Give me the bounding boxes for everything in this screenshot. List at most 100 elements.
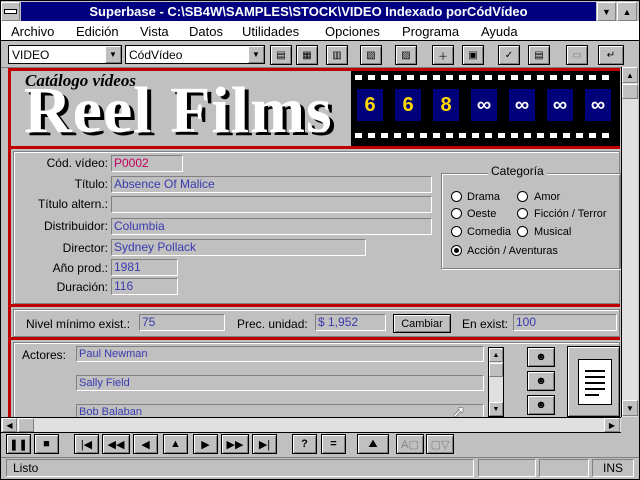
pause-button[interactable]: ❚❚ <box>6 434 31 454</box>
actor-photo-button[interactable]: ☻ <box>527 371 555 391</box>
menu-datos[interactable]: Datos <box>189 24 223 39</box>
vscroll-down-button[interactable]: ▼ <box>622 400 638 416</box>
maximize-button[interactable]: ▲ <box>617 2 637 21</box>
arrow-up-icon: ▲ <box>492 351 500 359</box>
radio-oeste[interactable] <box>451 208 462 219</box>
table-view-icon: ▦ <box>302 49 312 61</box>
index-select[interactable]: CódVídeo ▼ <box>125 45 265 64</box>
filter-button[interactable]: ▤ <box>528 45 550 65</box>
menu-utilidades[interactable]: Utilidades <box>242 24 299 39</box>
current-record-button[interactable]: ▲ <box>163 434 188 454</box>
index-select-dropdown[interactable]: ▼ <box>248 46 264 63</box>
notes-button[interactable] <box>567 346 620 417</box>
text-tool-button[interactable]: A▢ <box>396 434 424 454</box>
text-tool-alt-button[interactable]: ▢▽ <box>426 434 454 454</box>
minimize-icon: ▼ <box>602 6 611 17</box>
arrow-down-icon: ▼ <box>492 405 500 413</box>
menu-archivo[interactable]: Archivo <box>11 24 54 39</box>
nivel-field[interactable]: 75 <box>139 314 225 331</box>
file-select[interactable]: VIDEO ▼ <box>8 45 122 64</box>
record-view-button[interactable]: ▥ <box>326 45 348 65</box>
minimize-button[interactable]: ▼ <box>597 2 616 21</box>
scroll-thumb[interactable] <box>489 363 503 377</box>
panel-divider <box>11 304 620 307</box>
fast-forward-button[interactable]: ▶▶ <box>221 434 249 454</box>
disk-button[interactable]: ▭ <box>566 45 588 65</box>
menu-opciones[interactable]: Opciones <box>325 24 380 39</box>
titulo-alt-field[interactable] <box>111 196 432 213</box>
print-button[interactable]: ▣ <box>462 45 484 65</box>
actor-photo-button[interactable]: ☻ <box>527 395 555 415</box>
last-record-button[interactable]: ▶| <box>252 434 277 454</box>
query-button[interactable]: ? <box>292 434 317 454</box>
anio-field[interactable]: 1981 <box>111 259 178 276</box>
window-title: Superbase - C:\SB4W\SAMPLES\STOCK\VIDEO … <box>21 2 596 21</box>
director-field[interactable]: Sydney Pollack <box>111 239 366 256</box>
radio-amor-label: Amor <box>534 191 561 203</box>
next-record-button[interactable]: ▶ <box>193 434 218 454</box>
table-view-button[interactable]: ▦ <box>296 45 318 65</box>
hscroll-right-button[interactable]: ▶ <box>604 418 620 432</box>
codigo-field[interactable]: P0002 <box>111 155 183 172</box>
cambiar-button[interactable]: Cambiar <box>393 314 451 333</box>
actor-photo-button[interactable]: ☻ <box>527 347 555 367</box>
vscroll-thumb[interactable] <box>622 84 638 99</box>
horizontal-scrollbar[interactable] <box>1 417 621 433</box>
file-select-dropdown[interactable]: ▼ <box>105 46 121 63</box>
rewind-button[interactable]: ◀◀ <box>102 434 130 454</box>
first-record-button[interactable]: |◀ <box>74 434 99 454</box>
check-button[interactable]: ✓ <box>498 45 520 65</box>
actor-row[interactable]: Paul Newman <box>76 346 484 362</box>
vscroll-up-button[interactable]: ▲ <box>622 67 638 83</box>
director-label: Director: <box>62 241 108 255</box>
scroll-up-button[interactable]: ▲ <box>489 348 503 362</box>
sort-button[interactable]: ⛰ <box>357 434 389 454</box>
equals-icon: = <box>330 438 337 450</box>
equals-button[interactable]: = <box>321 434 346 454</box>
precio-field[interactable]: $ 1,952 <box>315 314 386 331</box>
actor-row[interactable]: Bob Balaban <box>76 404 484 418</box>
menu-programa[interactable]: Programa <box>402 24 459 39</box>
precio-label: Prec. unidad: <box>237 317 308 331</box>
form-view-button[interactable]: ▤ <box>270 45 292 65</box>
radio-musical[interactable] <box>517 226 528 237</box>
arrow-down-icon: ▼ <box>626 403 634 413</box>
fields-button[interactable]: ▨ <box>395 45 417 65</box>
duracion-value: 116 <box>114 279 134 293</box>
person-icon: ☻ <box>535 375 547 387</box>
radio-amor[interactable] <box>517 191 528 202</box>
anio-value: 1981 <box>114 260 141 274</box>
enter-button[interactable]: ↵ <box>598 45 624 65</box>
existencia-field[interactable]: 100 <box>513 314 617 331</box>
scroll-down-button[interactable]: ▼ <box>489 402 503 416</box>
titulo-alt-label: Título altern.: <box>37 197 108 211</box>
stop-icon: ■ <box>43 438 50 450</box>
arrow-left-icon: ◀ <box>6 420 13 430</box>
titulo-field[interactable]: Absence Of Malice <box>111 176 432 193</box>
radio-accion[interactable] <box>451 245 462 256</box>
stop-button[interactable]: ■ <box>34 434 59 454</box>
radio-drama[interactable] <box>451 191 462 202</box>
actor-row[interactable]: Sally Field <box>76 375 484 391</box>
menu-ayuda[interactable]: Ayuda <box>481 24 518 39</box>
radio-comedia[interactable] <box>451 226 462 237</box>
distribuidor-value: Columbia <box>114 219 165 233</box>
banner: 6 6 8 ∞ ∞ ∞ ∞ Catálogo vídeos Reel Films… <box>11 71 620 146</box>
arrow-right-icon: ▶ <box>608 420 616 430</box>
vertical-scrollbar[interactable] <box>621 67 638 417</box>
distribuidor-field[interactable]: Columbia <box>111 218 432 235</box>
menu-vista[interactable]: Vista <box>140 24 169 39</box>
actor-name: Sally Field <box>79 377 130 389</box>
text-tool-icon: A▢ <box>401 438 419 451</box>
film-frame-icon: 6 <box>355 87 385 123</box>
film-frame-icon: ∞ <box>545 87 575 123</box>
previous-record-button[interactable]: ◀ <box>133 434 158 454</box>
new-record-button[interactable]: ＋ <box>432 45 454 65</box>
system-menu-button[interactable] <box>1 2 20 21</box>
hscroll-thumb[interactable] <box>18 418 34 432</box>
duracion-field[interactable]: 116 <box>111 278 178 295</box>
hscroll-left-button[interactable]: ◀ <box>2 418 17 432</box>
menu-edicion[interactable]: Edición <box>76 24 119 39</box>
layout-view-button[interactable]: ▧ <box>360 45 382 65</box>
radio-ficcion[interactable] <box>517 208 528 219</box>
